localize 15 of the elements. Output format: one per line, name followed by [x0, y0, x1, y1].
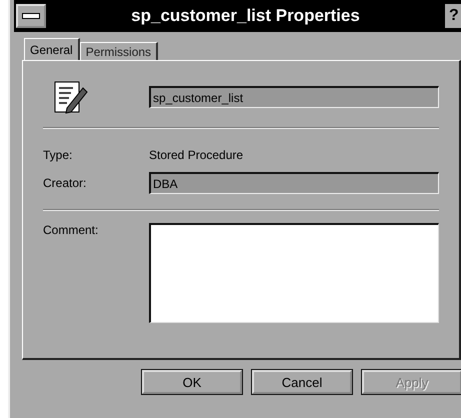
property-label: Type:: [43, 148, 74, 162]
property-value: Stored Procedure: [149, 148, 244, 162]
dialog-button[interactable]: Cancel: [252, 370, 352, 394]
help-button[interactable]: ?: [445, 4, 461, 28]
comment-field[interactable]: [149, 223, 439, 323]
tab[interactable]: Permissions: [80, 42, 158, 60]
property-label: Creator:: [43, 176, 88, 190]
dialog-button[interactable]: OK: [142, 370, 242, 394]
comment-label: Comment:: [43, 223, 100, 237]
document-pencil-icon: [53, 80, 89, 114]
window-title: sp_customer_list Properties: [130, 6, 361, 26]
name-field[interactable]: sp_customer_list: [149, 86, 439, 108]
creator-field[interactable]: DBA: [149, 172, 439, 194]
tab[interactable]: General: [24, 38, 80, 60]
system-menu-button[interactable]: [16, 4, 46, 28]
